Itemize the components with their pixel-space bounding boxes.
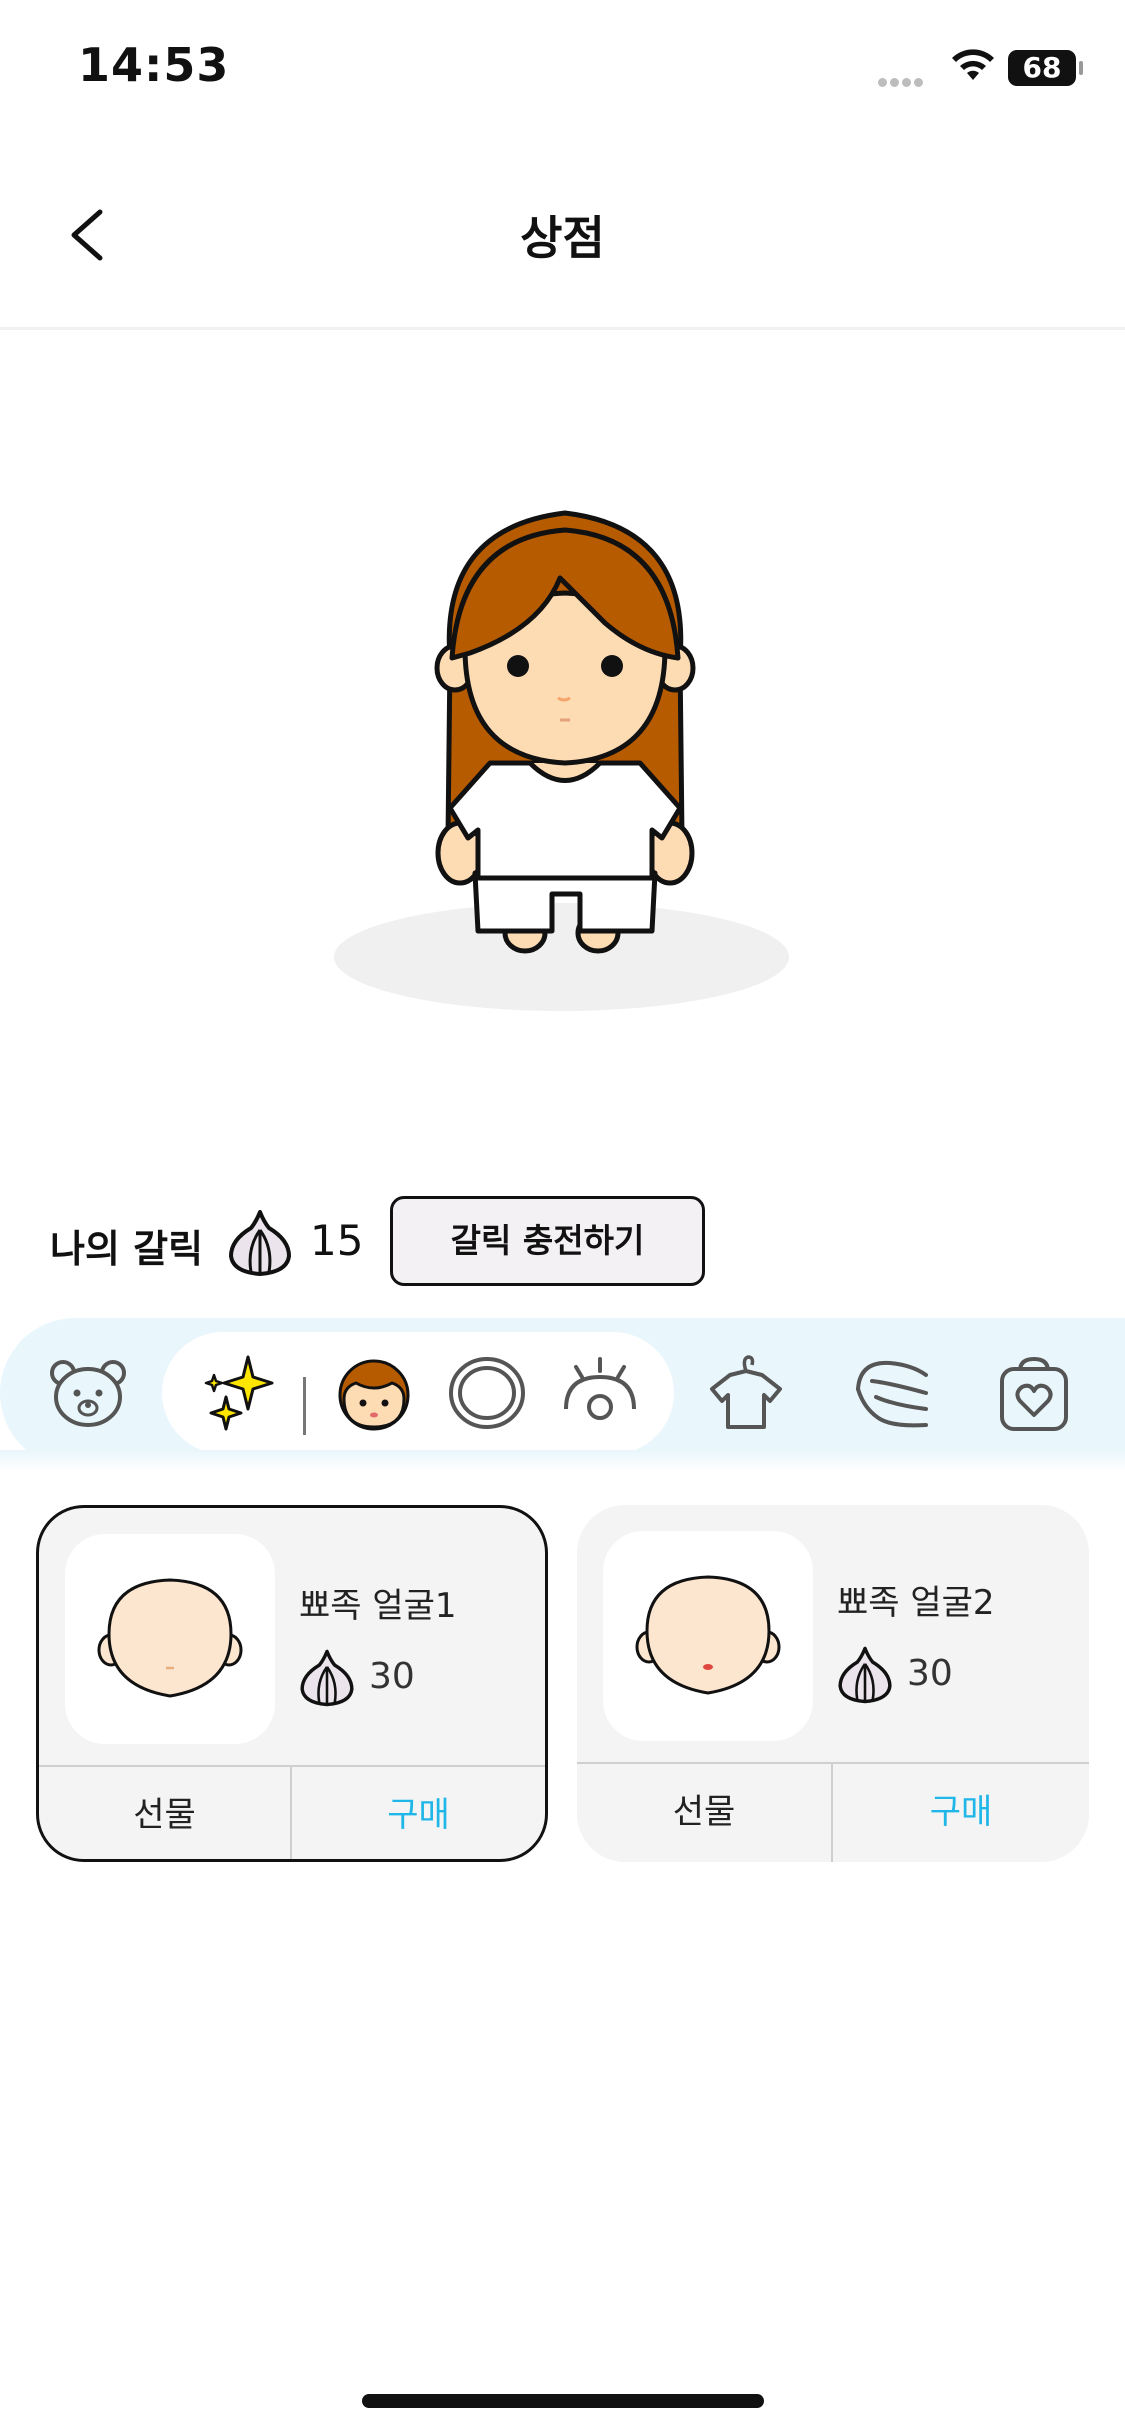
item-price: 30 bbox=[369, 1656, 415, 1697]
eye-icon[interactable] bbox=[560, 1353, 640, 1433]
category-tab-bar bbox=[0, 1318, 1125, 1468]
item-thumbnail bbox=[65, 1534, 275, 1744]
garlic-balance-row: 나의 갈릭 15 갈릭 충전하기 bbox=[50, 1196, 1090, 1288]
garlic-count: 15 bbox=[310, 1216, 364, 1265]
garlic-icon bbox=[300, 1649, 354, 1707]
gift-button[interactable]: 선물 bbox=[577, 1764, 833, 1862]
home-indicator[interactable] bbox=[362, 2394, 764, 2408]
garlic-label: 나의 갈릭 bbox=[50, 1227, 204, 1271]
charge-garlic-button[interactable]: 갈릭 충전하기 bbox=[390, 1196, 705, 1286]
item-name: 뾰족 얼굴2 bbox=[837, 1583, 995, 1623]
gift-button[interactable]: 선물 bbox=[39, 1767, 292, 1859]
page-title: 상점 bbox=[520, 211, 605, 265]
item-card[interactable]: 뾰족 얼굴2 30 선물 구매 bbox=[577, 1505, 1089, 1862]
face-preview-icon bbox=[97, 1578, 243, 1698]
status-bar: 14:53 68 bbox=[0, 0, 1125, 140]
item-card[interactable]: 뾰족 얼굴1 30 선물 구매 bbox=[36, 1505, 548, 1862]
item-actions: 선물 구매 bbox=[39, 1765, 545, 1859]
buy-button[interactable]: 구매 bbox=[833, 1764, 1089, 1862]
item-thumbnail bbox=[603, 1531, 813, 1741]
face-preview-icon bbox=[635, 1575, 781, 1695]
item-actions: 선물 구매 bbox=[577, 1762, 1089, 1862]
avatar-stage bbox=[0, 333, 1125, 1163]
ring-icon[interactable] bbox=[447, 1353, 527, 1433]
battery-indicator: 68 bbox=[1008, 50, 1083, 86]
category-group-pill bbox=[162, 1332, 674, 1454]
buy-button[interactable]: 구매 bbox=[292, 1767, 545, 1859]
heart-bag-icon[interactable] bbox=[994, 1353, 1074, 1433]
hair-icon[interactable] bbox=[850, 1353, 930, 1433]
garlic-icon bbox=[229, 1210, 291, 1276]
signal-icon bbox=[878, 72, 934, 87]
item-price: 30 bbox=[907, 1653, 953, 1694]
face-icon[interactable] bbox=[334, 1353, 414, 1433]
avatar-character bbox=[434, 510, 696, 954]
status-time: 14:53 bbox=[78, 38, 230, 92]
bear-icon[interactable] bbox=[48, 1353, 128, 1433]
category-bar-shadow bbox=[0, 1450, 1125, 1472]
wifi-icon bbox=[952, 49, 994, 80]
shirt-hanger-icon[interactable] bbox=[706, 1353, 786, 1433]
garlic-icon bbox=[838, 1646, 892, 1704]
category-divider bbox=[303, 1377, 306, 1435]
sparkle-icon[interactable] bbox=[200, 1353, 280, 1433]
header: 상점 bbox=[0, 140, 1125, 330]
item-name: 뾰족 얼굴1 bbox=[299, 1586, 457, 1626]
